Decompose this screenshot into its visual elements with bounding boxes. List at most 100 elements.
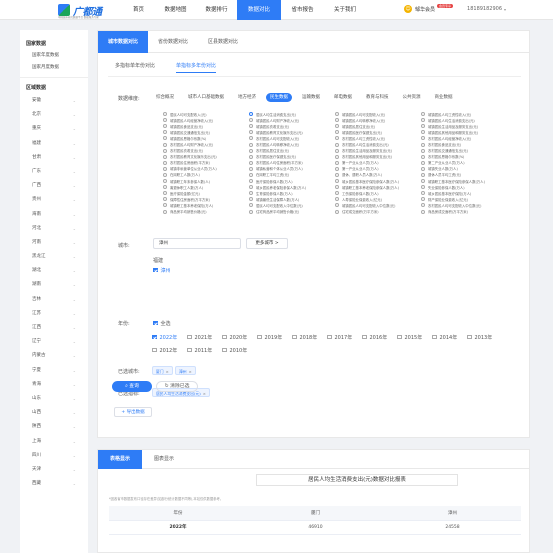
- checkbox[interactable]: [152, 334, 157, 340]
- radio-button[interactable]: [249, 185, 253, 190]
- radio-button[interactable]: [163, 148, 167, 153]
- radio-button[interactable]: [421, 142, 425, 147]
- checkbox[interactable]: [153, 267, 158, 273]
- radio-button[interactable]: [335, 112, 339, 117]
- nav-home[interactable]: 首页: [122, 0, 155, 20]
- dimension-pill[interactable]: 教育与科技: [362, 93, 393, 102]
- radio-button[interactable]: [249, 112, 253, 117]
- radio-button[interactable]: [249, 142, 253, 147]
- dimension-pill[interactable]: 综合概况: [152, 93, 178, 102]
- radio-button[interactable]: [335, 142, 339, 147]
- metric-option[interactable]: 住宅成交面积(万平方米): [335, 209, 421, 215]
- radio-button[interactable]: [335, 124, 339, 129]
- more-cities-button[interactable]: 更多城市 >: [246, 238, 288, 249]
- radio-button[interactable]: [421, 130, 425, 135]
- checkbox[interactable]: [432, 334, 437, 340]
- radio-button[interactable]: [421, 124, 425, 129]
- radio-button[interactable]: [421, 179, 425, 184]
- radio-button[interactable]: [163, 130, 167, 135]
- radio-button[interactable]: [163, 160, 167, 165]
- radio-button[interactable]: [249, 154, 253, 159]
- tab-chart-view[interactable]: 图表显示: [142, 450, 186, 469]
- tab-province-compare[interactable]: 省份数据对比: [148, 31, 198, 53]
- checkbox[interactable]: [222, 334, 227, 340]
- sidebar-item-region[interactable]: 北京 ⌄: [20, 108, 88, 122]
- sidebar-item-region[interactable]: 江苏 ⌄: [20, 307, 88, 321]
- sidebar-item-region[interactable]: 四川 ⌄: [20, 449, 88, 463]
- radio-button[interactable]: [421, 197, 425, 202]
- sidebar-item-region[interactable]: 湖南 ⌄: [20, 278, 88, 292]
- year-option[interactable]: 2018年: [292, 331, 327, 344]
- radio-button[interactable]: [163, 197, 167, 202]
- nav-ranking[interactable]: 数据排行: [196, 0, 237, 20]
- radio-button[interactable]: [421, 154, 425, 159]
- radio-button[interactable]: [249, 172, 253, 177]
- year-option[interactable]: 2011年: [187, 344, 222, 357]
- radio-button[interactable]: [249, 130, 253, 135]
- checkbox[interactable]: [153, 320, 158, 326]
- year-option[interactable]: 2020年: [222, 331, 257, 344]
- radio-button[interactable]: [163, 154, 167, 159]
- year-option[interactable]: 2015年: [397, 331, 432, 344]
- sidebar-item-national-annual[interactable]: 国家年度数据: [20, 50, 88, 62]
- radio-button[interactable]: [163, 136, 167, 141]
- radio-button[interactable]: [421, 209, 425, 214]
- radio-button[interactable]: [421, 118, 425, 123]
- sidebar-item-region[interactable]: 西藏 ⌄: [20, 477, 88, 491]
- radio-button[interactable]: [335, 191, 339, 196]
- radio-button[interactable]: [335, 209, 339, 214]
- sidebar-item-region[interactable]: 青海 ⌄: [20, 378, 88, 392]
- sidebar-item-region[interactable]: 广东 ⌄: [20, 165, 88, 179]
- radio-button[interactable]: [335, 118, 339, 123]
- dimension-pill[interactable]: 城市人口基础数据: [184, 93, 228, 102]
- radio-button[interactable]: [163, 142, 167, 147]
- checkbox[interactable]: [152, 347, 157, 353]
- radio-button[interactable]: [163, 124, 167, 129]
- sidebar-item-region[interactable]: 上海 ⌄: [20, 435, 88, 449]
- radio-button[interactable]: [163, 118, 167, 123]
- nav-data-map[interactable]: 数据地图: [155, 0, 196, 20]
- radio-button[interactable]: [421, 166, 425, 171]
- radio-button[interactable]: [421, 160, 425, 165]
- radio-button[interactable]: [421, 136, 425, 141]
- year-option[interactable]: 2017年: [327, 331, 362, 344]
- radio-button[interactable]: [249, 179, 253, 184]
- radio-button[interactable]: [163, 191, 167, 196]
- sidebar-item-region[interactable]: 河北 ⌄: [20, 222, 88, 236]
- tab-multi-metric[interactable]: 多指标单年份对比: [115, 62, 155, 73]
- query-button[interactable]: ⌕ 查询: [112, 381, 152, 392]
- city-search-input[interactable]: 漳州: [153, 238, 241, 249]
- close-icon[interactable]: ×: [189, 369, 192, 374]
- tab-table-view[interactable]: 表格显示: [98, 450, 143, 469]
- radio-button[interactable]: [335, 185, 339, 190]
- radio-button[interactable]: [249, 118, 253, 123]
- selected-city-tag[interactable]: 厦门 ×: [152, 366, 173, 375]
- tab-county-compare[interactable]: 区县数据对比: [198, 31, 248, 53]
- radio-button[interactable]: [335, 130, 339, 135]
- year-option[interactable]: 2016年: [362, 331, 397, 344]
- radio-button[interactable]: [335, 197, 339, 202]
- year-option[interactable]: 2021年: [187, 331, 222, 344]
- radio-button[interactable]: [249, 136, 253, 141]
- sidebar-item-region[interactable]: 安徽 ⌄: [20, 94, 88, 108]
- tab-multi-year[interactable]: 单指标多年份对比: [176, 62, 217, 73]
- checkbox[interactable]: [222, 347, 227, 353]
- radio-button[interactable]: [163, 172, 167, 177]
- radio-button[interactable]: [421, 185, 425, 190]
- radio-button[interactable]: [249, 166, 253, 171]
- close-icon[interactable]: ×: [203, 391, 206, 396]
- sidebar-item-region[interactable]: 吉林 ⌄: [20, 293, 88, 307]
- checkbox[interactable]: [327, 334, 332, 340]
- sidebar-item-region[interactable]: 贵州 ⌄: [20, 193, 88, 207]
- year-option[interactable]: 2012年: [152, 344, 187, 357]
- year-option[interactable]: 2010年: [222, 344, 257, 357]
- dimension-pill[interactable]: 运输数据: [298, 93, 324, 102]
- checkbox[interactable]: [187, 334, 192, 340]
- radio-button[interactable]: [421, 112, 425, 117]
- dimension-pill[interactable]: 民生数据: [266, 93, 292, 102]
- checkbox[interactable]: [467, 334, 472, 340]
- sidebar-national-head[interactable]: 国家数据: [20, 38, 88, 50]
- radio-button[interactable]: [335, 203, 339, 208]
- dimension-pill[interactable]: 邮电数据: [330, 93, 356, 102]
- dimension-pill[interactable]: 地方经济: [234, 93, 260, 102]
